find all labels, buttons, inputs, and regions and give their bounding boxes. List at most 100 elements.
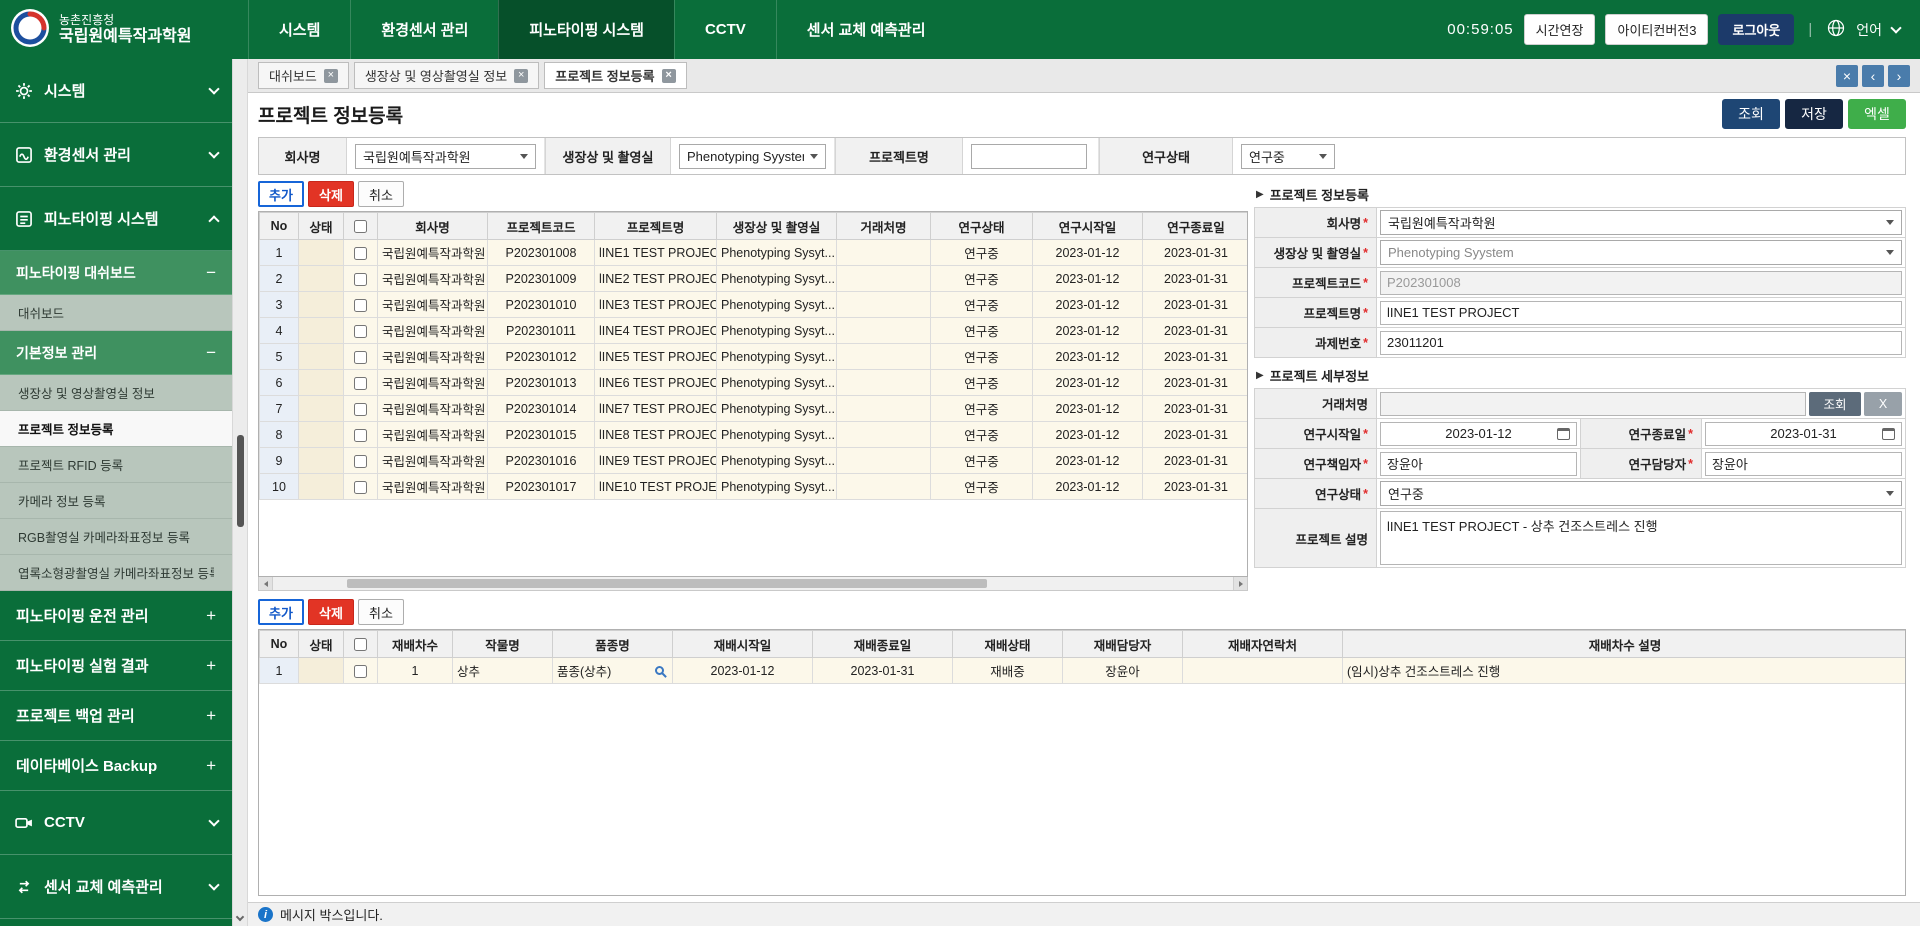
tab-close-icon[interactable]: × xyxy=(324,69,338,83)
chevron-down-icon[interactable] xyxy=(1890,22,1901,33)
sidebar-scrollbar[interactable] xyxy=(232,59,248,926)
table-row[interactable]: 3국립원예특작과학원P202301010lINE3 TEST PROJECTPh… xyxy=(260,292,1249,318)
cancel-button[interactable]: 취소 xyxy=(358,599,404,625)
client-clear-button[interactable]: X xyxy=(1864,392,1902,416)
table-row[interactable]: 10국립원예특작과학원P202301017lINE10 TEST PROJE..… xyxy=(260,474,1249,500)
table-row[interactable]: 9국립원예특작과학원P202301016lINE9 TEST PROJECTPh… xyxy=(260,448,1249,474)
cell-no: 2 xyxy=(260,266,299,292)
tab-close-icon[interactable]: × xyxy=(514,69,528,83)
delete-button[interactable]: 삭제 xyxy=(308,599,354,625)
sidebar-item[interactable]: 피노타이핑 실험 결과+ xyxy=(0,641,232,691)
client-search-button[interactable]: 조회 xyxy=(1809,392,1861,416)
table-row[interactable]: 5국립원예특작과학원P202301012lINE5 TEST PROJECTPh… xyxy=(260,344,1249,370)
select-all-checkbox[interactable] xyxy=(354,220,367,233)
tab-close-all-button[interactable]: × xyxy=(1836,65,1858,87)
sidebar-item[interactable]: CCTV xyxy=(0,791,232,855)
sidebar-item[interactable]: 센서 교체 예측관리 xyxy=(0,855,232,919)
logout-button[interactable]: 로그아웃 xyxy=(1718,14,1794,45)
sidebar-item[interactable]: 생장상 및 영상촬영실 정보 xyxy=(0,375,232,411)
manager-field[interactable]: 장윤아 xyxy=(1705,452,1902,476)
sidebar-item[interactable]: 환경센서 관리 xyxy=(0,123,232,187)
nav-item[interactable]: CCTV xyxy=(674,0,776,59)
nav-item[interactable]: 환경센서 관리 xyxy=(350,0,498,59)
description-field[interactable]: lINE1 TEST PROJECT - 상추 건조스트레스 진행 xyxy=(1380,511,1902,565)
chamber-select[interactable]: Phenotyping Syystem xyxy=(1380,240,1902,265)
company-filter-select[interactable]: 국립원예특작과학원 xyxy=(355,144,536,169)
scrollbar-thumb[interactable] xyxy=(237,435,244,527)
horizontal-scrollbar[interactable] xyxy=(258,577,1248,591)
language-label[interactable]: 언어 xyxy=(1856,20,1882,40)
calendar-icon[interactable] xyxy=(1882,428,1895,440)
nav-item[interactable]: 피노타이핑 시스템 xyxy=(498,0,674,59)
add-button[interactable]: 추가 xyxy=(258,181,304,207)
scrollbar-thumb[interactable] xyxy=(347,579,987,588)
table-row[interactable]: 6국립원예특작과학원P202301013lINE6 TEST PROJECTPh… xyxy=(260,370,1249,396)
nav-item[interactable]: 시스템 xyxy=(248,0,350,59)
row-checkbox[interactable] xyxy=(354,481,367,494)
sidebar-item[interactable]: RGB촬영실 카메라좌표정보 등록 xyxy=(0,519,232,555)
row-checkbox[interactable] xyxy=(354,325,367,338)
scroll-left-icon[interactable] xyxy=(259,577,273,590)
row-checkbox[interactable] xyxy=(354,403,367,416)
calendar-icon[interactable] xyxy=(1557,428,1570,440)
tab-next-button[interactable]: › xyxy=(1888,65,1910,87)
sidebar-item[interactable]: 피노타이핑 운전 관리+ xyxy=(0,591,232,641)
table-row[interactable]: 7국립원예특작과학원P202301014lINE7 TEST PROJECTPh… xyxy=(260,396,1249,422)
sidebar-item[interactable]: 프로젝트 RFID 등록 xyxy=(0,447,232,483)
search-lookup-icon[interactable] xyxy=(655,666,664,675)
sidebar-item[interactable]: 카메라 정보 등록 xyxy=(0,483,232,519)
delete-button[interactable]: 삭제 xyxy=(308,181,354,207)
table-row[interactable]: 2국립원예특작과학원P202301009lINE2 TEST PROJECTPh… xyxy=(260,266,1249,292)
cancel-button[interactable]: 취소 xyxy=(358,181,404,207)
sidebar-item[interactable]: 피노타이핑 시스템 xyxy=(0,187,232,251)
save-button[interactable]: 저장 xyxy=(1785,99,1843,129)
sidebar-item[interactable]: 기본정보 관리− xyxy=(0,331,232,375)
sidebar-item[interactable]: 대쉬보드 xyxy=(0,295,232,331)
row-checkbox[interactable] xyxy=(354,377,367,390)
search-button[interactable]: 조회 xyxy=(1722,99,1780,129)
status-filter-select[interactable]: 연구중 xyxy=(1241,144,1335,169)
table-row[interactable]: 4국립원예특작과학원P202301011lINE4 TEST PROJECTPh… xyxy=(260,318,1249,344)
row-checkbox[interactable] xyxy=(354,247,367,260)
sidebar-item[interactable]: 피노타이핑 대쉬보드− xyxy=(0,251,232,295)
chamber-filter-select[interactable]: Phenotyping Syystem xyxy=(679,144,826,169)
research-status-select[interactable]: 연구중 xyxy=(1380,481,1902,506)
start-date-field[interactable]: 2023-01-12 xyxy=(1380,422,1577,446)
table-row[interactable]: 8국립원예특작과학원P202301015lINE8 TEST PROJECTPh… xyxy=(260,422,1249,448)
extend-time-button[interactable]: 시간연장 xyxy=(1524,14,1596,45)
row-checkbox[interactable] xyxy=(354,299,367,312)
project-name-input[interactable] xyxy=(971,144,1087,169)
leader-field[interactable]: 장윤아 xyxy=(1380,452,1577,476)
account-button[interactable]: 아이티컨버전3 xyxy=(1605,14,1708,45)
sidebar-item[interactable]: 엽록소형광촬영실 카메라좌표정보 등록 xyxy=(0,555,232,591)
tab[interactable]: 프로젝트 정보등록× xyxy=(544,62,686,89)
row-checkbox[interactable] xyxy=(354,665,367,678)
tab[interactable]: 대쉬보드× xyxy=(258,62,349,89)
excel-button[interactable]: 엑셀 xyxy=(1848,99,1906,129)
scroll-right-icon[interactable] xyxy=(1233,577,1247,590)
table-row[interactable]: 11상추품종(상추)2023-01-122023-01-31재배중장윤아(임시)… xyxy=(260,658,1907,684)
select-all-checkbox[interactable] xyxy=(354,638,367,651)
scroll-down-icon[interactable] xyxy=(236,913,244,921)
sidebar-item[interactable]: 프로젝트 정보등록 xyxy=(0,411,232,447)
company-label: 회사명* xyxy=(1255,208,1377,237)
row-checkbox[interactable] xyxy=(354,455,367,468)
sidebar-item[interactable]: 데이타베이스 Backup+ xyxy=(0,741,232,791)
globe-icon[interactable] xyxy=(1826,18,1846,41)
tab-close-icon[interactable]: × xyxy=(662,69,676,83)
company-select[interactable]: 국립원예특작과학원 xyxy=(1380,210,1902,235)
end-date-field[interactable]: 2023-01-31 xyxy=(1705,422,1902,446)
sidebar-item[interactable]: 프로젝트 백업 관리+ xyxy=(0,691,232,741)
sidebar-item[interactable]: 시스템 xyxy=(0,59,232,123)
task-no-field[interactable]: 23011201 xyxy=(1380,331,1902,355)
add-button[interactable]: 추가 xyxy=(258,599,304,625)
tab[interactable]: 생장상 및 영상촬영실 정보× xyxy=(354,62,539,89)
row-checkbox[interactable] xyxy=(354,351,367,364)
project-name-field[interactable]: lINE1 TEST PROJECT xyxy=(1380,301,1902,325)
cell-client xyxy=(837,240,931,266)
row-checkbox[interactable] xyxy=(354,429,367,442)
row-checkbox[interactable] xyxy=(354,273,367,286)
table-row[interactable]: 1국립원예특작과학원P202301008lINE1 TEST PROJECTPh… xyxy=(260,240,1249,266)
tab-prev-button[interactable]: ‹ xyxy=(1862,65,1884,87)
nav-item[interactable]: 센서 교체 예측관리 xyxy=(776,0,956,59)
